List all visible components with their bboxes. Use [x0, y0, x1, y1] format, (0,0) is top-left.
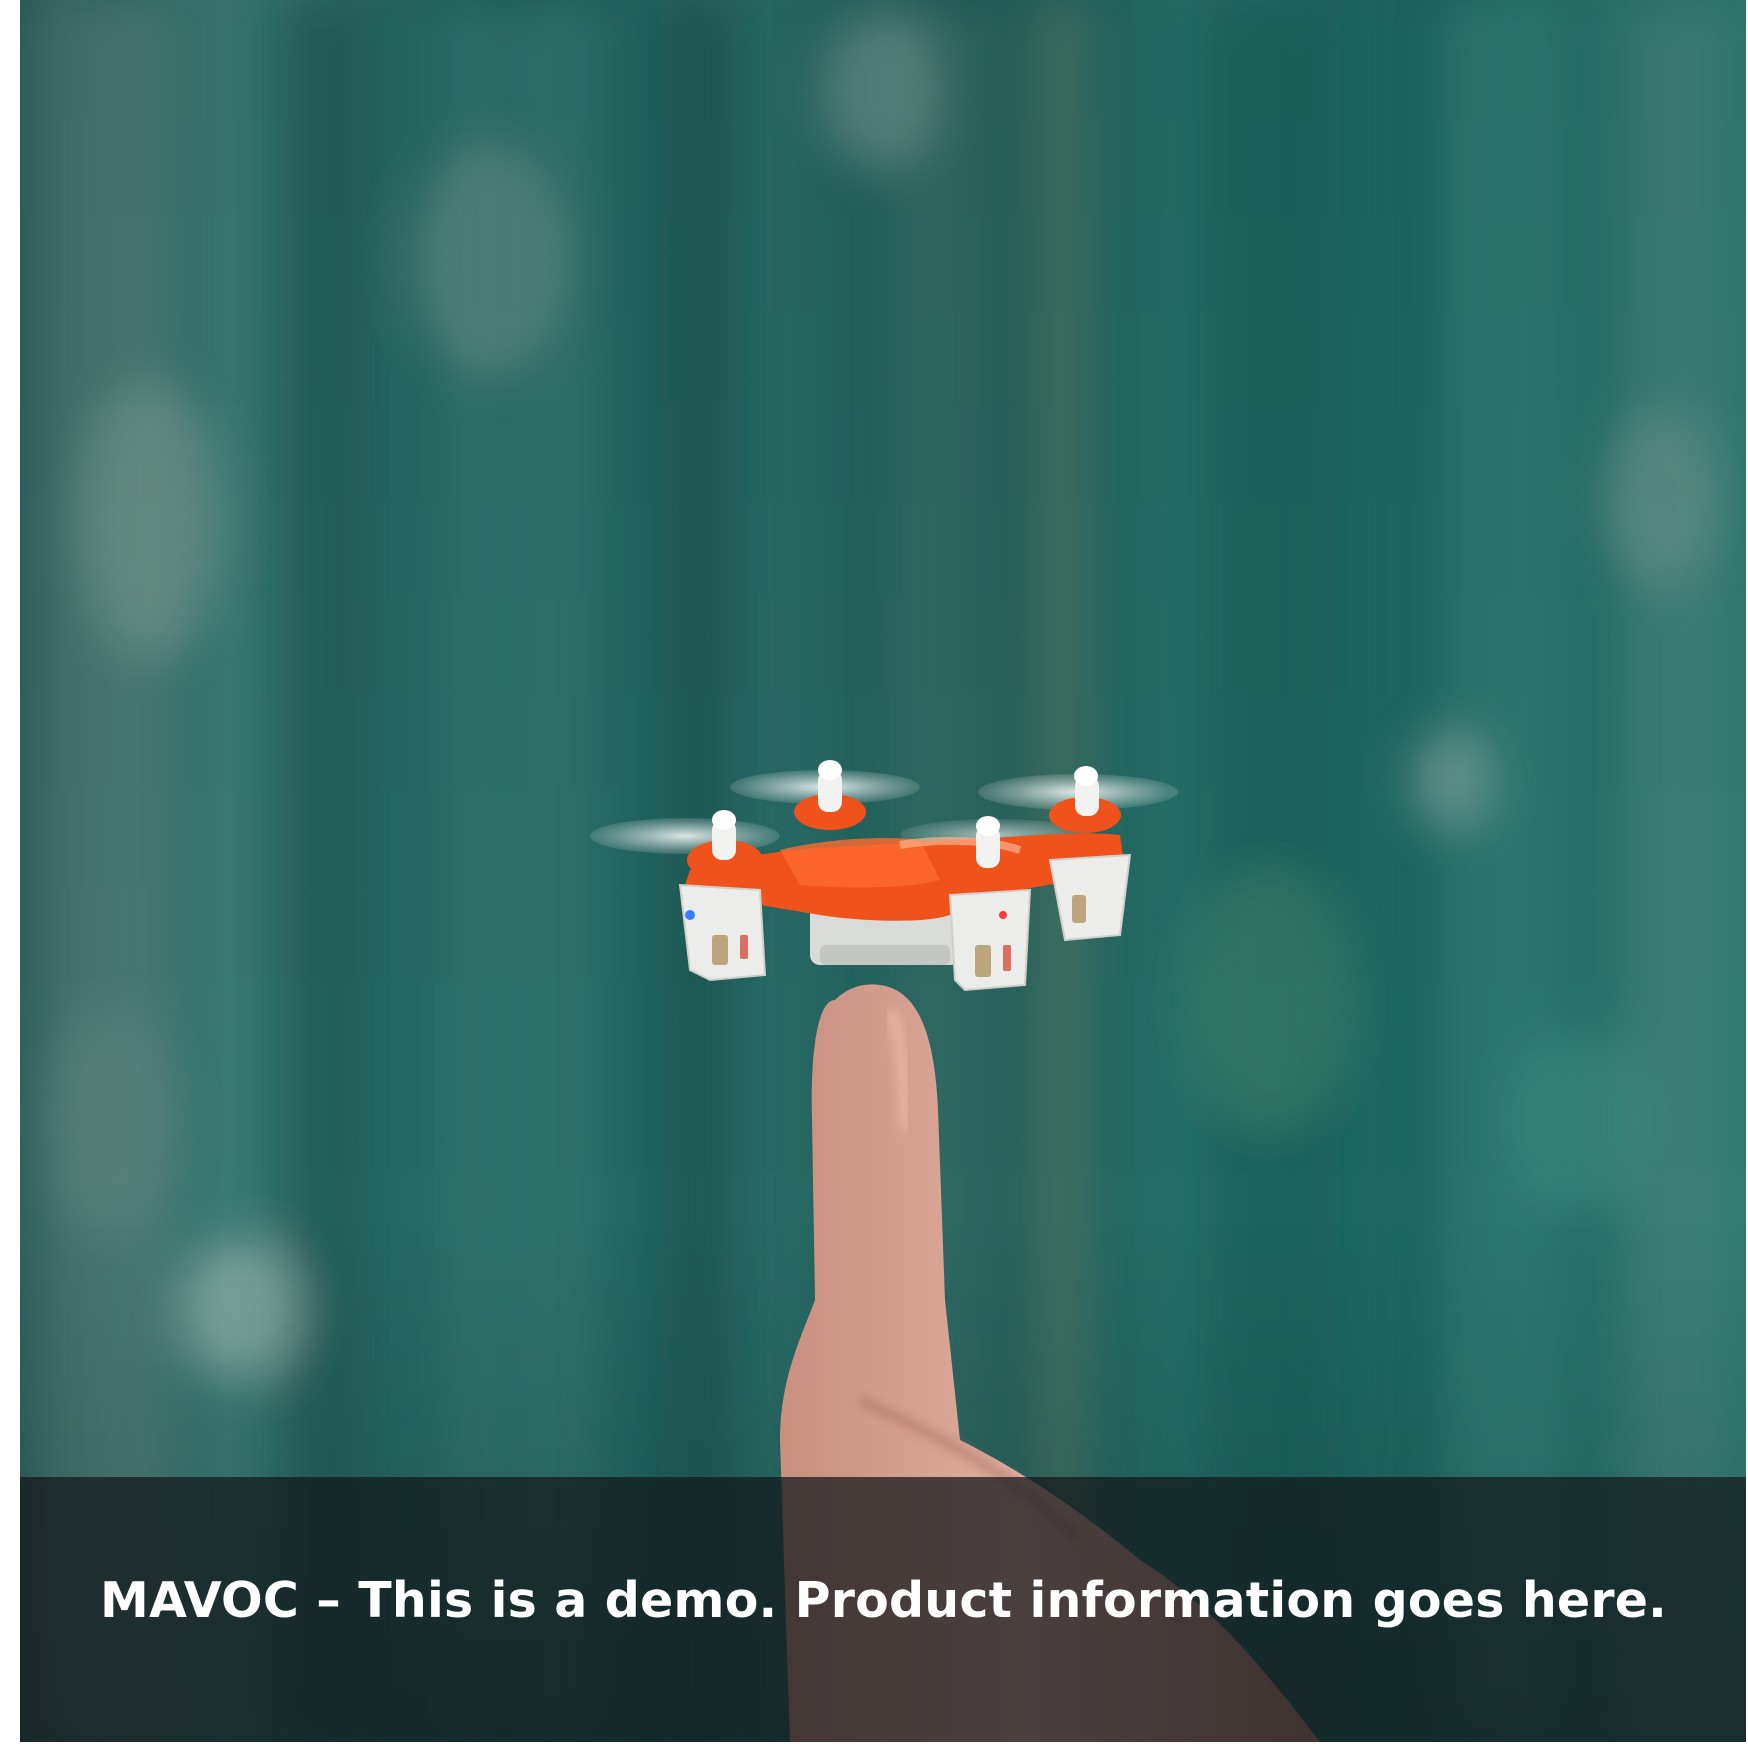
caption-bar: MAVOC – This is a demo. Product informat… [20, 1477, 1746, 1742]
hero-banner: MAVOC – This is a demo. Product informat… [20, 0, 1746, 1742]
product-caption: MAVOC – This is a demo. Product informat… [100, 1572, 1667, 1629]
